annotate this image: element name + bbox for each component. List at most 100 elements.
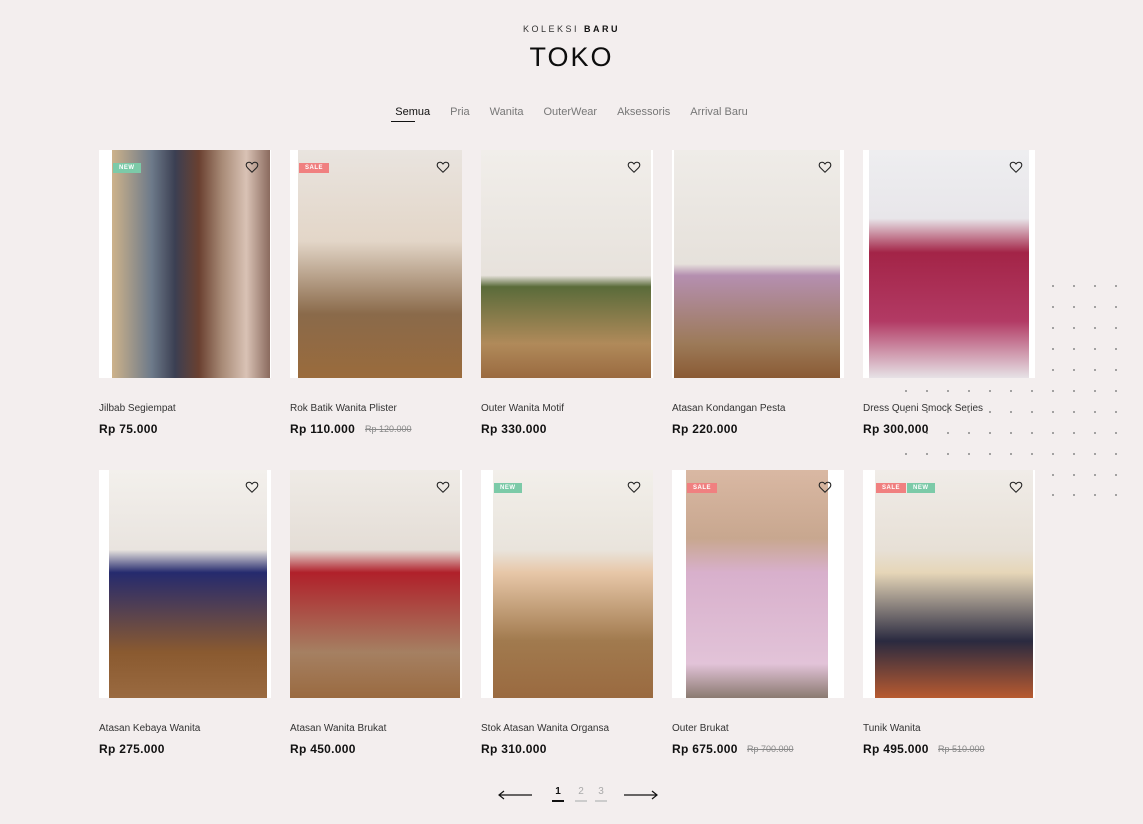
decor-dot — [1010, 390, 1012, 392]
decor-dot — [1115, 390, 1117, 392]
product-photo — [109, 470, 267, 698]
decor-dot — [968, 390, 970, 392]
category-tabs: Semua Pria Wanita OuterWear Aksessoris A… — [0, 106, 1143, 122]
page-2[interactable]: 2 — [575, 786, 587, 802]
product-name[interactable]: Outer Brukat — [672, 723, 729, 734]
sale-badge: SALE — [687, 483, 718, 493]
product-image[interactable] — [672, 150, 844, 378]
decor-dot — [1094, 327, 1096, 329]
decor-dot — [1094, 348, 1096, 350]
product-image[interactable]: SALE — [290, 150, 462, 378]
decor-dot — [1073, 348, 1075, 350]
product-image[interactable]: NEW — [99, 150, 271, 378]
decor-dot — [1073, 453, 1075, 455]
product-name[interactable]: Outer Wanita Motif — [481, 403, 564, 414]
product-price: Rp 75.000 — [99, 422, 158, 436]
product-image[interactable] — [863, 150, 1035, 378]
product-name[interactable]: Tunik Wanita — [863, 723, 921, 734]
heart-icon[interactable] — [818, 480, 832, 494]
product-name[interactable]: Jilbab Segiempat — [99, 403, 176, 414]
decor-dot — [1073, 432, 1075, 434]
page-title: TOKO — [529, 42, 614, 72]
product-image[interactable] — [481, 150, 653, 378]
tab-arrival-baru[interactable]: Arrival Baru — [690, 106, 747, 122]
decor-dot — [1115, 411, 1117, 413]
pagination: 1 2 3 — [0, 786, 1143, 806]
page-3[interactable]: 3 — [595, 786, 607, 802]
product-photo — [869, 150, 1029, 378]
product-image[interactable]: SALE — [672, 470, 844, 698]
product-price: Rp 110.000 — [290, 422, 356, 436]
product-name[interactable]: Dress Queni Smock Series — [863, 403, 983, 414]
decor-dot — [905, 453, 907, 455]
decor-dot — [1094, 285, 1096, 287]
decor-dot — [1073, 411, 1075, 413]
product-photo — [674, 150, 840, 378]
product-name[interactable]: Atasan Wanita Brukat — [290, 723, 386, 734]
decor-dot — [905, 390, 907, 392]
product-image[interactable] — [99, 470, 271, 698]
product-old-price: Rp 510.000 — [938, 744, 985, 754]
decor-dot — [926, 390, 928, 392]
decor-dot — [1052, 494, 1054, 496]
arrow-right-icon[interactable] — [623, 789, 659, 801]
decor-dot — [1115, 327, 1117, 329]
heart-icon[interactable] — [436, 480, 450, 494]
decor-dot — [989, 411, 991, 413]
heart-icon[interactable] — [627, 160, 641, 174]
new-badge: NEW — [907, 483, 935, 493]
tab-outerwear[interactable]: OuterWear — [544, 106, 598, 122]
decor-dot — [1010, 432, 1012, 434]
decor-dot — [1094, 369, 1096, 371]
decor-dot — [1031, 453, 1033, 455]
decor-dot — [1052, 432, 1054, 434]
sale-badge: SALE — [876, 483, 907, 493]
decor-dot — [1031, 390, 1033, 392]
product-price: Rp 310.000 — [481, 742, 547, 756]
product-image[interactable]: NEW — [481, 470, 653, 698]
decor-dot — [1073, 327, 1075, 329]
heart-icon[interactable] — [1009, 480, 1023, 494]
new-badge: NEW — [494, 483, 522, 493]
decor-dot — [1115, 432, 1117, 434]
heart-icon[interactable] — [245, 160, 259, 174]
arrow-left-icon[interactable] — [497, 789, 533, 801]
decor-dot — [1115, 474, 1117, 476]
decor-dot — [1094, 432, 1096, 434]
tab-semua[interactable]: Semua — [391, 106, 430, 122]
tab-wanita[interactable]: Wanita — [490, 106, 524, 122]
heart-icon[interactable] — [245, 480, 259, 494]
decor-dot — [1010, 453, 1012, 455]
decor-dot — [1052, 369, 1054, 371]
product-photo — [481, 150, 651, 378]
product-name[interactable]: Rok Batik Wanita Plister — [290, 403, 397, 414]
decor-dot — [1073, 494, 1075, 496]
decor-dot — [947, 390, 949, 392]
page-1[interactable]: 1 — [552, 786, 564, 802]
tab-aksessoris[interactable]: Aksessoris — [617, 106, 670, 122]
new-badge: NEW — [113, 163, 141, 173]
product-price: Rp 220.000 — [672, 422, 738, 436]
decor-dot — [1010, 411, 1012, 413]
eyebrow-light: KOLEKSI — [522, 24, 579, 34]
heart-icon[interactable] — [1009, 160, 1023, 174]
product-price: Rp 495.000 — [863, 742, 929, 756]
product-name[interactable]: Atasan Kebaya Wanita — [99, 723, 200, 734]
product-name[interactable]: Atasan Kondangan Pesta — [672, 403, 785, 414]
product-image[interactable] — [290, 470, 462, 698]
product-name[interactable]: Stok Atasan Wanita Organsa — [481, 723, 609, 734]
decor-dot — [1115, 348, 1117, 350]
product-photo — [298, 150, 462, 378]
heart-icon[interactable] — [436, 160, 450, 174]
decor-dot — [968, 453, 970, 455]
tab-pria[interactable]: Pria — [450, 106, 470, 122]
decor-dot — [1073, 306, 1075, 308]
decor-dot — [926, 453, 928, 455]
heart-icon[interactable] — [627, 480, 641, 494]
heart-icon[interactable] — [818, 160, 832, 174]
decor-dot — [1073, 474, 1075, 476]
product-price: Rp 450.000 — [290, 742, 356, 756]
decor-dot — [1073, 390, 1075, 392]
decor-dot — [1094, 474, 1096, 476]
product-image[interactable]: SALE NEW — [863, 470, 1035, 698]
